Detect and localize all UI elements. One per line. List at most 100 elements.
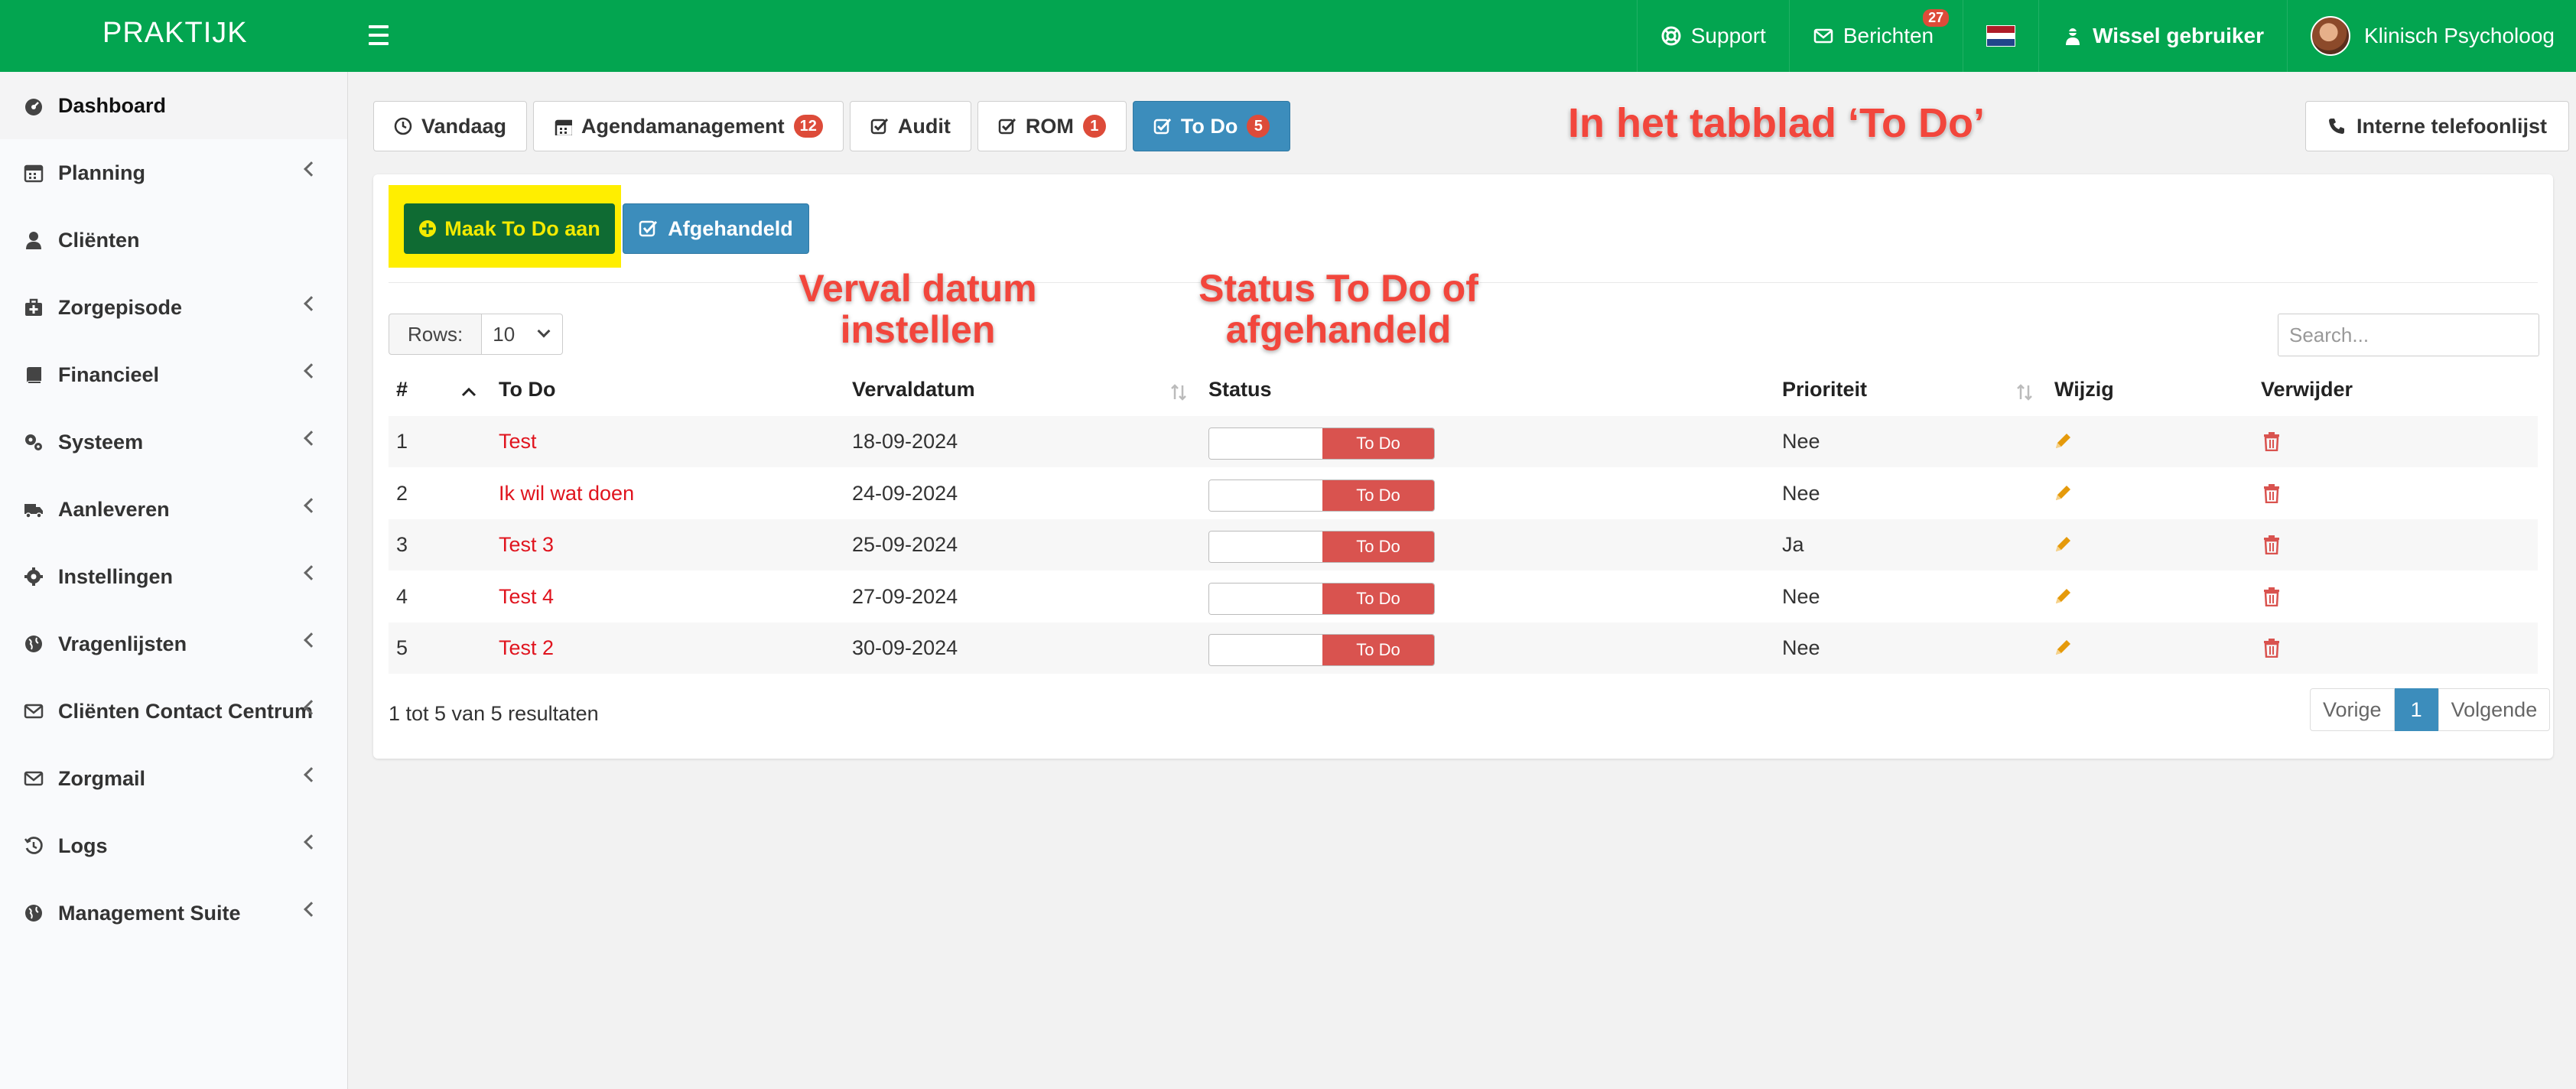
todo-link[interactable]: Ik wil wat doen [499, 482, 634, 505]
sort-asc-icon[interactable] [460, 382, 477, 402]
annotation-status-line2: afgehandeld [1225, 308, 1452, 351]
chevron-left-icon [304, 632, 319, 648]
sidebar-item-vragenlijsten[interactable]: Vragenlijsten [0, 610, 347, 678]
priority-value: Nee [1782, 584, 1820, 608]
todo-link[interactable]: Test 3 [499, 533, 554, 557]
header-due-date[interactable]: Vervaldatum [852, 378, 975, 401]
chevron-left-icon [304, 161, 319, 177]
sort-icon[interactable] [2016, 382, 2033, 402]
chevron-left-icon [304, 834, 319, 850]
create-todo-button[interactable]: Maak To Do aan [404, 203, 615, 254]
pencil-icon[interactable] [2053, 535, 2073, 554]
pencil-icon[interactable] [2053, 483, 2073, 503]
check-square-icon [1153, 118, 1171, 135]
tab-audit[interactable]: Audit [849, 101, 971, 151]
sidebar-item-label: Systeem [58, 430, 144, 453]
messages-label: Berichten [1843, 24, 1934, 47]
header-status[interactable]: Status [1208, 378, 1272, 401]
chevron-down-icon [537, 324, 551, 338]
status-toggle[interactable]: To Do [1208, 582, 1435, 615]
sidebar-item-clienten-contact-centrum[interactable]: Cliënten Contact Centrum [0, 678, 347, 745]
sidebar-toggle-icon[interactable] [369, 20, 389, 50]
sidebar-item-zorgmail[interactable]: Zorgmail [0, 745, 347, 812]
todo-link[interactable]: Test [499, 430, 537, 453]
chevron-left-icon [304, 767, 319, 782]
trash-icon[interactable] [2262, 535, 2281, 554]
sidebar-item-label: Financieel [58, 362, 160, 386]
brand-logo[interactable]: PRAKTIJK [102, 17, 248, 50]
tab-count-badge: 12 [793, 115, 823, 138]
pencil-icon[interactable] [2053, 638, 2073, 658]
sidebar-item-financieel[interactable]: Financieel [0, 341, 347, 408]
tab-label: Vandaag [421, 114, 507, 138]
pencil-icon[interactable] [2053, 431, 2073, 451]
trash-icon[interactable] [2262, 587, 2281, 606]
sidebar-item-label: Planning [58, 161, 145, 184]
header-number[interactable]: # [396, 378, 408, 401]
header-todo[interactable]: To Do [499, 378, 555, 401]
search-input[interactable] [2278, 314, 2539, 356]
switch-user-link[interactable]: Wissel gebruiker [2038, 0, 2287, 72]
due-date: 25-09-2024 [852, 533, 958, 556]
sidebar-item-zorgepisode[interactable]: Zorgepisode [0, 274, 347, 341]
rows-select[interactable]: 10 [482, 314, 564, 355]
phone-list-button[interactable]: Interne telefoonlijst [2305, 101, 2570, 151]
header-delete[interactable]: Verwijder [2261, 378, 2353, 401]
rows-per-page: Rows: 10 [389, 314, 564, 355]
messages-link[interactable]: Berichten 27 [1788, 0, 1963, 72]
toggle-off-side [1209, 531, 1322, 562]
status-toggle[interactable]: To Do [1208, 634, 1435, 666]
header-priority[interactable]: Prioriteit [1782, 378, 1867, 401]
toggle-off-side [1209, 583, 1322, 614]
chevron-left-icon [304, 498, 319, 513]
user-menu[interactable]: Klinisch Psycholoog [2286, 0, 2576, 72]
page-1-button[interactable]: 1 [2394, 688, 2438, 731]
annotation-due-date: Verval datum instellen [788, 267, 1048, 351]
sidebar-item-management-suite[interactable]: Management Suite [0, 879, 347, 947]
sidebar-item-instellingen[interactable]: Instellingen [0, 543, 347, 610]
envelope-icon [1813, 28, 1833, 44]
sidebar-item-logs[interactable]: Logs [0, 812, 347, 879]
status-toggle[interactable]: To Do [1208, 479, 1435, 512]
sidebar-item-clienten[interactable]: Cliënten [0, 206, 347, 274]
tab-to-do[interactable]: To Do 5 [1132, 101, 1291, 151]
priority-value: Nee [1782, 481, 1820, 505]
rows-value: 10 [493, 322, 516, 346]
sidebar-item-label: Instellingen [58, 564, 174, 588]
support-link[interactable]: Support [1636, 0, 1789, 72]
header-edit[interactable]: Wijzig [2054, 378, 2114, 401]
phone-list-label: Interne telefoonlijst [2356, 114, 2548, 138]
tab-vandaag[interactable]: Vandaag [373, 101, 528, 151]
sidebar: Dashboard Planning Cliënten Zorgepisode … [0, 72, 348, 1089]
status-label: To Do [1322, 428, 1434, 459]
todo-link[interactable]: Test 2 [499, 636, 554, 660]
next-page-button[interactable]: Volgende [2438, 688, 2551, 731]
tab-rom[interactable]: ROM 1 [977, 101, 1127, 151]
prev-page-button[interactable]: Vorige [2310, 688, 2395, 731]
tab-agendamanagement[interactable]: Agendamanagement 12 [533, 101, 844, 151]
completed-button[interactable]: Afgehandeld [623, 203, 809, 254]
globe-icon [25, 636, 42, 652]
trash-icon[interactable] [2262, 483, 2281, 503]
tab-count-badge: 5 [1247, 115, 1270, 138]
toggle-off-side [1209, 635, 1322, 665]
sort-icon[interactable] [1170, 382, 1187, 402]
status-toggle[interactable]: To Do [1208, 531, 1435, 563]
language-selector[interactable] [1963, 0, 2038, 72]
trash-icon[interactable] [2262, 638, 2281, 658]
todo-link[interactable]: Test 4 [499, 585, 554, 609]
check-square-icon [998, 118, 1016, 135]
table-row: 3 Test 3 25-09-2024 To Do Ja [389, 519, 2538, 571]
sidebar-item-systeem[interactable]: Systeem [0, 408, 347, 476]
annotation-status-line1: Status To Do of [1198, 267, 1479, 310]
sidebar-item-dashboard[interactable]: Dashboard [0, 72, 347, 139]
trash-icon[interactable] [2262, 431, 2281, 451]
status-toggle[interactable]: To Do [1208, 427, 1435, 460]
sidebar-item-planning[interactable]: Planning [0, 139, 347, 206]
pagination: Vorige 1 Volgende [2310, 688, 2551, 731]
due-date: 30-09-2024 [852, 636, 958, 659]
sidebar-item-label: Cliënten [58, 228, 140, 252]
pencil-icon[interactable] [2053, 587, 2073, 606]
sidebar-item-aanleveren[interactable]: Aanleveren [0, 476, 347, 543]
sidebar-item-label: Cliënten Contact Centrum [58, 699, 314, 723]
